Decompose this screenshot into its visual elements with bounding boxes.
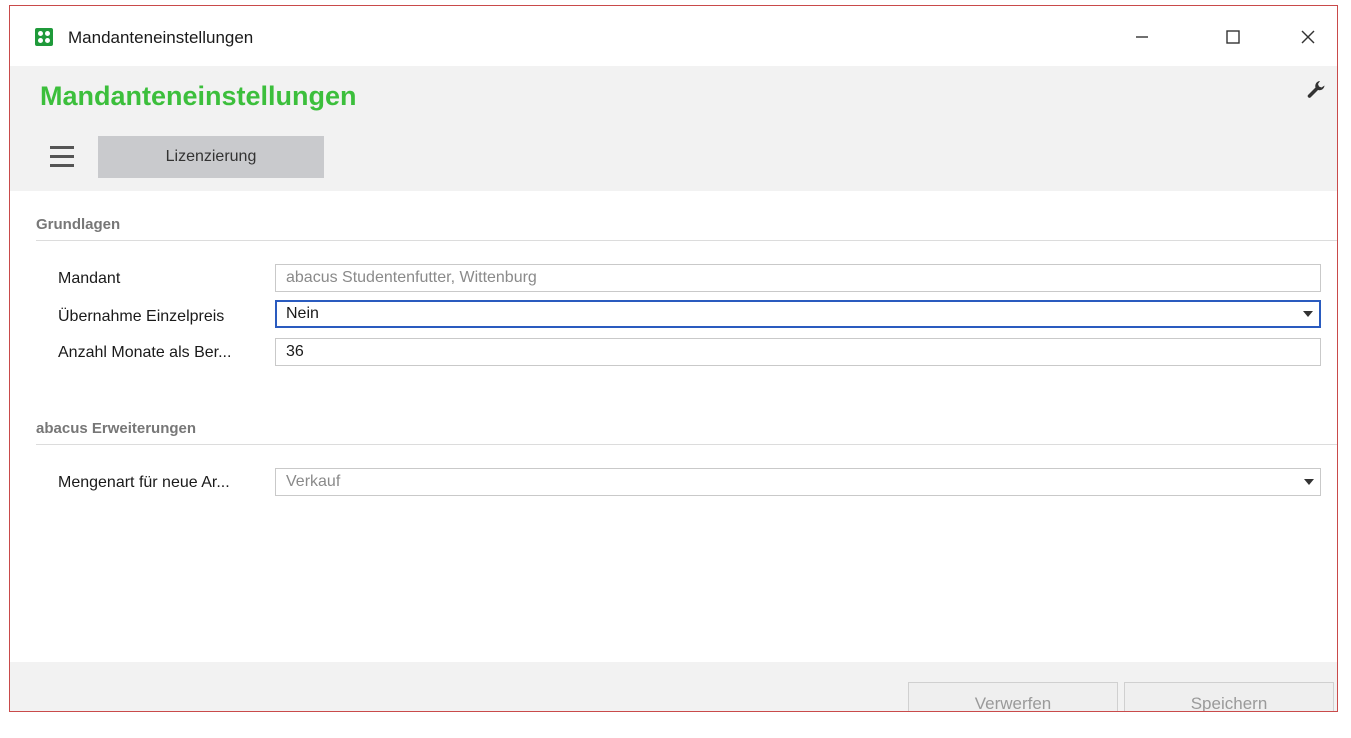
discard-button[interactable]: Verwerfen	[908, 682, 1118, 711]
footer-bar: Verwerfen Speichern	[10, 662, 1337, 711]
minimize-button[interactable]	[1122, 21, 1162, 53]
title-bar: Mandanteneinstellungen	[10, 6, 1337, 66]
einzelpreis-label: Übernahme Einzelpreis	[58, 308, 225, 325]
minimize-icon	[1136, 36, 1148, 38]
wrench-icon	[1307, 81, 1325, 98]
chevron-down-icon	[1303, 311, 1313, 317]
menu-button[interactable]	[50, 146, 74, 168]
section-divider	[36, 444, 1337, 445]
page-title: Mandanteneinstellungen	[40, 81, 357, 111]
close-icon	[1301, 30, 1315, 44]
monate-input[interactable]: 36	[275, 338, 1321, 366]
settings-window: Mandanteneinstellungen Mandanteneinstell…	[9, 5, 1338, 712]
window-title: Mandanteneinstellungen	[68, 28, 254, 47]
mengenart-select[interactable]: Verkauf	[275, 468, 1321, 496]
tab-lizenzierung[interactable]: Lizenzierung	[98, 136, 324, 178]
monate-label: Anzahl Monate als Ber...	[58, 344, 232, 361]
mengenart-value: Verkauf	[286, 473, 341, 490]
mengenart-dropdown-button[interactable]	[1301, 474, 1317, 490]
wrench-button[interactable]	[1305, 79, 1327, 101]
maximize-button[interactable]	[1213, 21, 1253, 53]
einzelpreis-value: Nein	[286, 305, 319, 322]
save-button[interactable]: Speichern	[1124, 682, 1334, 711]
app-icon	[35, 28, 53, 46]
maximize-icon	[1226, 30, 1240, 44]
einzelpreis-dropdown-button[interactable]	[1300, 306, 1316, 322]
mandant-label: Mandant	[58, 270, 121, 287]
section-title-erweiterungen: abacus Erweiterungen	[36, 420, 197, 437]
page-header: Mandanteneinstellungen Lizenzierung	[10, 66, 1337, 191]
section-divider	[36, 240, 1337, 241]
mandant-field: abacus Studentenfutter, Wittenburg	[275, 264, 1321, 292]
einzelpreis-select[interactable]: Nein	[275, 300, 1321, 328]
section-title-grundlagen: Grundlagen	[36, 216, 121, 233]
chevron-down-icon	[1304, 479, 1314, 485]
mengenart-label: Mengenart für neue Ar...	[58, 474, 230, 491]
close-button[interactable]	[1288, 21, 1328, 53]
